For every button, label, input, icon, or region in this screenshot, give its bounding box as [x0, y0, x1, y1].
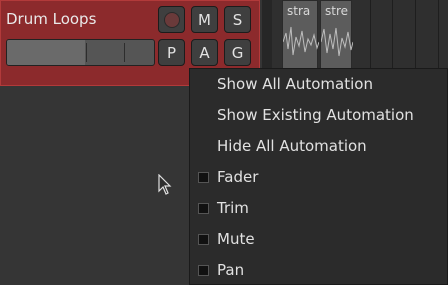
group-button[interactable]: G: [224, 39, 251, 66]
waveform: [283, 26, 319, 56]
menu-item-pan[interactable]: Pan: [190, 255, 447, 285]
menu-item-label: Show Existing Automation: [217, 106, 414, 124]
menu-item-label: Pan: [217, 261, 245, 279]
checkbox-pan[interactable]: [198, 264, 209, 276]
mute-button[interactable]: M: [191, 6, 218, 33]
automation-context-menu: Show All Automation Show Existing Automa…: [189, 68, 448, 285]
menu-item-fader[interactable]: Fader: [190, 162, 447, 192]
checkbox-fader[interactable]: [198, 171, 209, 183]
record-icon: [163, 11, 180, 28]
audio-region[interactable]: stre: [320, 0, 353, 70]
mouse-pointer-icon: [158, 174, 172, 195]
menu-item-label: Mute: [217, 230, 255, 248]
menu-item-trim[interactable]: Trim: [190, 193, 447, 223]
menu-item-label: Show All Automation: [217, 75, 373, 93]
automation-button[interactable]: A: [191, 39, 218, 66]
fader-tick: [124, 43, 125, 62]
checkbox-mute[interactable]: [198, 233, 209, 245]
menu-item-hide-all-automation[interactable]: Hide All Automation: [190, 131, 447, 161]
menu-item-label: Trim: [217, 199, 249, 217]
checkbox-trim[interactable]: [198, 202, 209, 214]
gain-fader-fill: [7, 40, 85, 65]
solo-button[interactable]: S: [224, 6, 251, 33]
menu-item-label: Hide All Automation: [217, 137, 367, 155]
menu-item-mute[interactable]: Mute: [190, 224, 447, 254]
menu-item-show-existing-automation[interactable]: Show Existing Automation: [190, 100, 447, 130]
gain-fader[interactable]: [6, 39, 155, 66]
region-label: stre: [325, 4, 349, 18]
waveform: [321, 27, 353, 57]
menu-item-label: Fader: [217, 168, 259, 186]
region-label: stra: [287, 4, 311, 18]
menu-item-show-all-automation[interactable]: Show All Automation: [190, 69, 447, 99]
fader-tick: [86, 43, 87, 62]
track-name[interactable]: Drum Loops: [6, 10, 96, 28]
audio-region[interactable]: stra: [282, 0, 319, 70]
playlist-button[interactable]: P: [158, 39, 185, 66]
record-arm-button[interactable]: [158, 6, 185, 33]
